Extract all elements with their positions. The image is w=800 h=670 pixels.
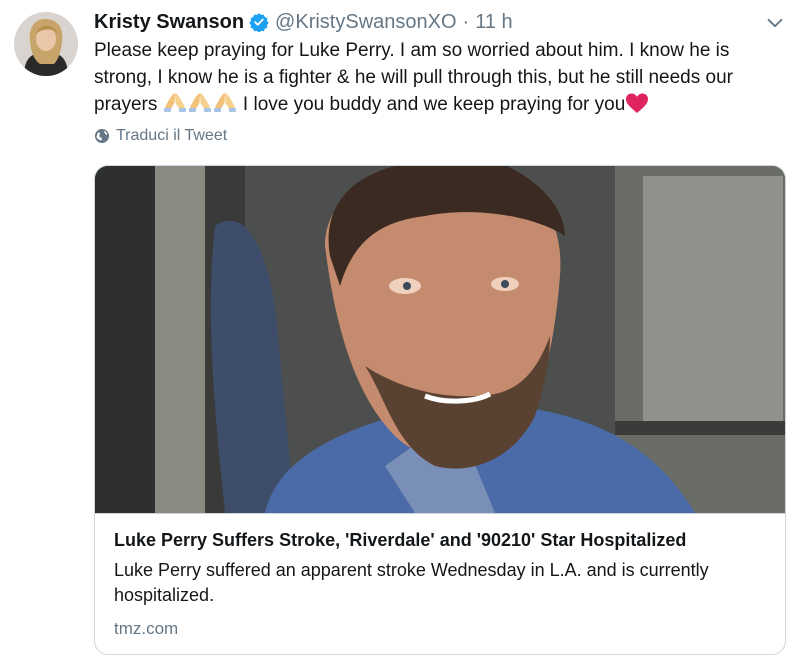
folded-hands-icon	[188, 93, 211, 112]
author-handle[interactable]: @KristySwansonXO	[275, 10, 456, 34]
folded-hands-icon	[163, 93, 186, 112]
card-description: Luke Perry suffered an apparent stroke W…	[114, 560, 709, 605]
card-title[interactable]: Luke Perry Suffers Stroke, 'Riverdale' a…	[114, 528, 769, 552]
card-meta: Luke Perry Suffers Stroke, 'Riverdale' a…	[95, 513, 785, 654]
tweet-text-part2: I love you buddy and we keep praying for…	[237, 94, 626, 115]
link-card[interactable]: Luke Perry Suffers Stroke, 'Riverdale' a…	[94, 165, 786, 655]
red-heart-icon	[626, 93, 649, 113]
tweet-timestamp[interactable]: 11 h	[475, 10, 512, 34]
card-photo	[95, 166, 785, 513]
translate-tweet-label: Traduci il Tweet	[116, 127, 228, 144]
card-domain: tmz.com	[114, 619, 179, 638]
chevron-down-icon[interactable]	[764, 12, 786, 34]
folded-hands-icon	[213, 93, 236, 112]
separator-dot: ·	[462, 11, 470, 33]
card-image	[95, 166, 785, 513]
avatar-image	[14, 12, 78, 76]
tweet-header: Kristy Swanson @KristySwansonXO · 11 h	[94, 10, 513, 34]
translate-tweet-link[interactable]: Traduci il Tweet	[94, 127, 227, 145]
author-display-name[interactable]: Kristy Swanson	[94, 10, 244, 34]
verified-badge-icon	[249, 13, 269, 32]
avatar[interactable]	[14, 12, 78, 76]
globe-icon	[95, 129, 109, 143]
tweet: Kristy Swanson @KristySwansonXO · 11 h P…	[0, 0, 800, 670]
tweet-text: Please keep praying for Luke Perry. I am…	[94, 37, 774, 118]
